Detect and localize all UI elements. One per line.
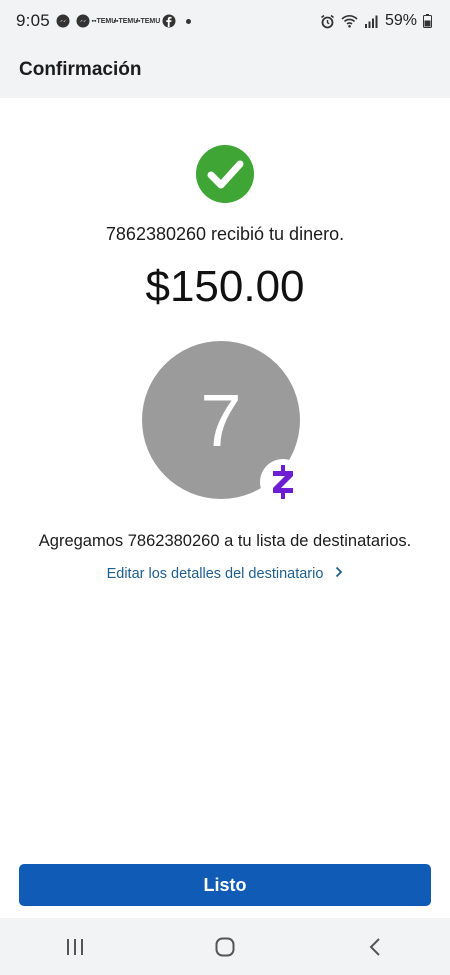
recent-apps-button[interactable]	[45, 927, 105, 967]
received-message: 7862380260 recibió tu dinero.	[105, 224, 345, 244]
status-bar: 9:05 ▪▪ TEMU ▪▪ TEMU ▪▪ TEMU 59%	[0, 0, 450, 42]
system-nav-bar	[0, 918, 450, 975]
app-header: Confirmación	[0, 42, 450, 98]
status-time: 9:05	[16, 11, 50, 30]
wifi-icon	[341, 14, 359, 28]
added-recipient-message: Agregamos 7862380260 a tu lista de desti…	[38, 532, 412, 550]
temu-icon: ▪▪ TEMU	[91, 17, 117, 25]
more-notifications-dot	[185, 18, 191, 24]
alarm-icon	[320, 14, 335, 29]
temu-icon: ▪▪ TEMU	[113, 17, 139, 25]
avatar-initial: 7	[200, 378, 242, 462]
back-icon	[369, 937, 380, 956]
home-icon	[215, 937, 235, 956]
home-button[interactable]	[195, 927, 255, 967]
done-button-label: Listo	[203, 874, 247, 895]
done-button[interactable]: Listo	[19, 864, 431, 906]
battery-level: 59%	[384, 12, 417, 29]
page-title: Confirmación	[19, 59, 142, 80]
back-button[interactable]	[345, 927, 405, 967]
recent-apps-icon	[67, 938, 83, 955]
status-bar-left: 9:05 ▪▪ TEMU ▪▪ TEMU ▪▪ TEMU	[16, 11, 191, 31]
messenger-icon	[56, 14, 70, 28]
edit-recipient-label[interactable]: Editar los detalles del destinatario	[107, 566, 324, 582]
edit-recipient-link[interactable]: Editar los detalles del destinatario	[0, 565, 450, 583]
chevron-right-icon	[335, 565, 343, 583]
messenger-icon	[76, 14, 90, 28]
status-bar-right: 59%	[320, 12, 432, 30]
signal-icon	[364, 15, 379, 28]
success-check-icon	[196, 145, 254, 203]
payment-amount: $150.00	[145, 262, 305, 311]
facebook-icon	[162, 14, 176, 28]
temu-icon: ▪▪ TEMU	[135, 17, 161, 25]
battery-icon	[423, 14, 432, 28]
zelle-logo-icon	[260, 459, 306, 505]
